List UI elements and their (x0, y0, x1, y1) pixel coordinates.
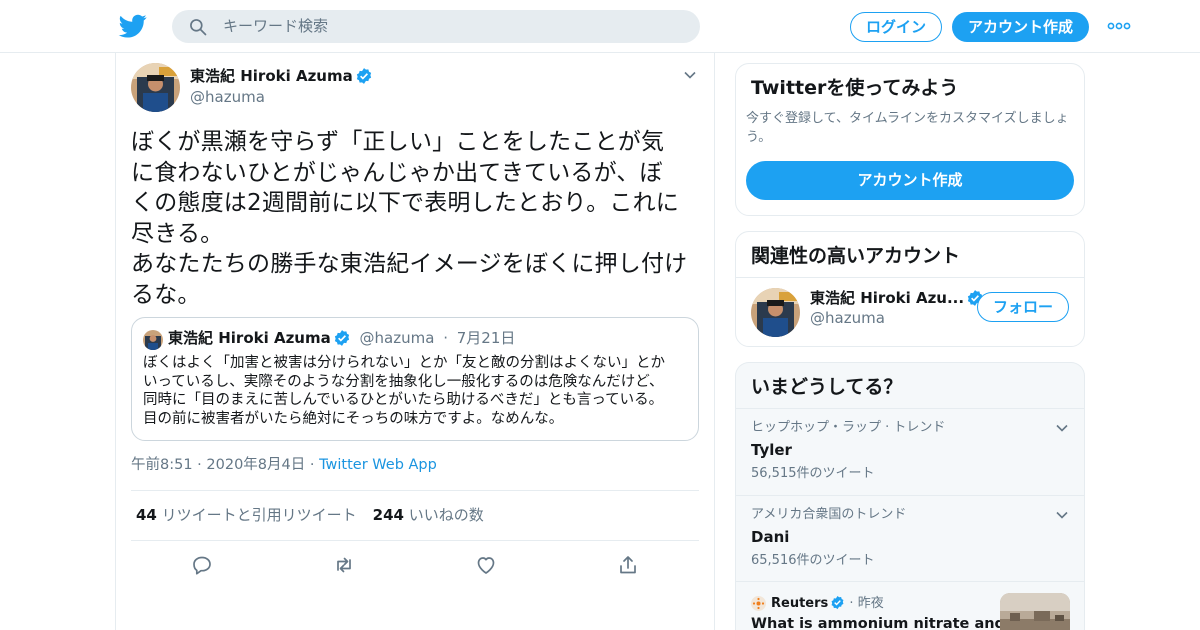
tweet-source-link[interactable]: Twitter Web App (319, 457, 437, 473)
related-account-handle[interactable]: @hazuma (810, 309, 885, 327)
trend-item[interactable]: ヒップホップ・ラップ · トレンド Tyler 56,515件のツイート (736, 408, 1084, 495)
tweet-time[interactable]: 午前8:51 (131, 457, 193, 473)
promo-subtitle: 今すぐ登録して、タイムラインをカスタマイズしましょう。 (746, 111, 1069, 145)
news-item[interactable]: Reuters · 昨夜 What is ammonium nitrate an… (736, 581, 1084, 630)
quoted-avatar (143, 330, 163, 350)
quoted-tweet[interactable]: 東浩紀 Hiroki Azuma @hazuma · 7月21日 ぼくはよく「加… (131, 317, 699, 441)
reply-icon[interactable] (190, 553, 214, 577)
divider (736, 277, 1084, 278)
follow-button[interactable]: フォロー (977, 292, 1069, 322)
quoted-date: 7月21日 (456, 329, 516, 347)
chevron-down-icon[interactable] (1055, 422, 1069, 434)
avatar[interactable] (131, 63, 180, 112)
trend-count: 65,516件のツイート (751, 553, 875, 568)
quoted-separator: · (443, 329, 448, 347)
trend-item[interactable]: アメリカ合衆国のトレンド Dani 65,516件のツイート (736, 495, 1084, 581)
meta-separator: · (197, 457, 202, 473)
verified-badge-icon (831, 595, 844, 610)
author-handle[interactable]: @hazuma (190, 88, 265, 106)
signup-button-large[interactable]: アカウント作成 (746, 161, 1074, 200)
twitter-bird-icon[interactable] (118, 12, 148, 40)
divider (131, 540, 699, 541)
news-thumbnail (1000, 593, 1070, 630)
trend-context: アメリカ合衆国のトレンド (751, 507, 907, 522)
like-heart-icon[interactable] (474, 553, 498, 577)
quoted-author-name: 東浩紀 Hiroki Azuma (168, 329, 331, 347)
tweet-stats: 44 リツイートと引用リツイート 244 いいねの数 (136, 506, 484, 524)
related-title: 関連性の高いアカウント (751, 245, 961, 267)
retweet-stat[interactable]: 44 リツイートと引用リツイート (136, 506, 357, 524)
verified-badge-icon (334, 330, 349, 346)
related-account-name[interactable]: 東浩紀 Hiroki Azu... (810, 288, 984, 308)
avatar[interactable] (751, 288, 800, 337)
top-navigation-bar: キーワード検索 ログイン アカウント作成 (0, 0, 1200, 53)
quoted-header: 東浩紀 Hiroki Azuma @hazuma · 7月21日 (168, 328, 515, 348)
tweet-date[interactable]: 2020年8月4日 (206, 457, 305, 473)
verified-badge-icon (356, 68, 371, 84)
trends-title: いまどうしてる？ (751, 376, 903, 398)
signup-promo-card: Twitterを使ってみよう 今すぐ登録して、タイムラインをカスタマイズしましょ… (735, 63, 1085, 216)
related-accounts-card: 関連性の高いアカウント 東浩紀 Hiroki Azu... @hazuma フォ… (735, 231, 1085, 347)
trend-context: ヒップホップ・ラップ · トレンド (751, 420, 946, 435)
news-separator: · (849, 596, 854, 611)
author-name[interactable]: 東浩紀 Hiroki Azuma (190, 66, 373, 86)
share-icon[interactable] (616, 553, 640, 577)
chevron-down-icon[interactable] (1055, 509, 1069, 521)
trends-card: いまどうしてる？ ヒップホップ・ラップ · トレンド Tyler 56,515件… (735, 362, 1085, 630)
tweet-timestamp: 午前8:51 · 2020年8月4日 · Twitter Web App (131, 456, 437, 474)
search-input-placeholder[interactable]: キーワード検索 (223, 18, 328, 35)
trend-count: 56,515件のツイート (751, 466, 875, 481)
reuters-logo-icon (751, 596, 766, 611)
retweet-icon[interactable] (332, 553, 356, 577)
quoted-text: ぼくはよく「加害と被害は分けられない」とか「友と敵の分割はよくない」とか いって… (143, 355, 665, 427)
search-icon (190, 19, 207, 36)
trend-name: Dani (751, 528, 790, 546)
tweet-text: ぼくが黒瀬を守らず「正しい」ことをしたことが気 に食わないひとがじゃんじゃか出て… (131, 129, 688, 308)
more-dots-icon[interactable] (1107, 18, 1131, 34)
search-box[interactable]: キーワード検索 (172, 10, 700, 43)
quoted-author-handle: @hazuma (359, 329, 435, 347)
news-time: 昨夜 (857, 596, 884, 611)
news-source: Reuters · 昨夜 (771, 595, 884, 611)
meta-separator: · (309, 457, 315, 473)
trend-name: Tyler (751, 441, 792, 459)
divider (131, 490, 699, 491)
promo-title: Twitterを使ってみよう (751, 77, 959, 99)
chevron-down-icon[interactable] (683, 68, 697, 82)
login-button[interactable]: ログイン (850, 12, 942, 42)
like-stat[interactable]: 244 いいねの数 (373, 506, 484, 524)
signup-button[interactable]: アカウント作成 (952, 12, 1089, 42)
